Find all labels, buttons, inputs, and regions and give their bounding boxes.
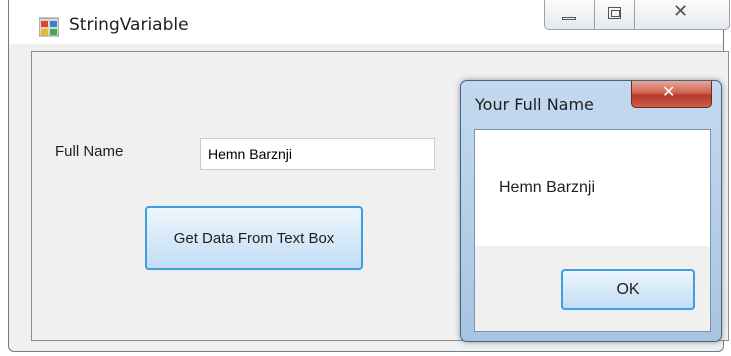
full-name-label: Full Name bbox=[55, 143, 124, 160]
message-box-footer: OK bbox=[475, 246, 710, 331]
close-icon: ✕ bbox=[662, 82, 676, 101]
message-box-title: Your Full Name bbox=[475, 95, 594, 114]
window-title: StringVariable bbox=[69, 15, 189, 35]
maximize-button[interactable] bbox=[595, 0, 635, 29]
close-icon: ✕ bbox=[673, 1, 689, 22]
caption-buttons: ✕ bbox=[544, 0, 730, 30]
message-box-close-button[interactable]: ✕ bbox=[631, 81, 712, 108]
close-button[interactable]: ✕ bbox=[635, 0, 729, 29]
ok-button[interactable]: OK bbox=[561, 269, 695, 310]
message-text: Hemn Barznji bbox=[499, 179, 596, 196]
minimize-button[interactable] bbox=[545, 0, 595, 29]
app-icon bbox=[39, 17, 59, 37]
title-bar[interactable]: StringVariable ✕ bbox=[9, 0, 730, 44]
full-name-input[interactable]: Hemn Barznji bbox=[200, 138, 435, 170]
message-box-body: Hemn Barznji OK bbox=[474, 129, 711, 332]
minimize-icon bbox=[562, 17, 576, 20]
maximize-icon bbox=[608, 7, 621, 19]
message-content-area: Hemn Barznji bbox=[475, 130, 710, 246]
message-box-dialog: Your Full Name ✕ Hemn Barznji OK bbox=[460, 80, 722, 342]
get-data-button[interactable]: Get Data From Text Box bbox=[145, 206, 363, 270]
